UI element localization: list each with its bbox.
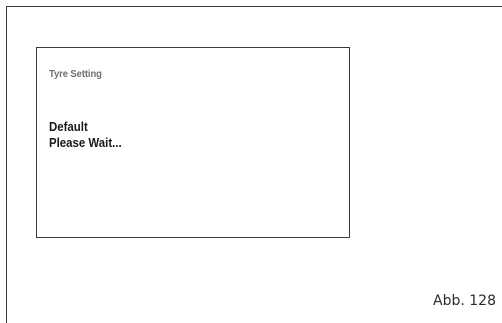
display-screen: Tyre Setting Default Please Wait...	[36, 47, 350, 238]
screen-message-wait: Please Wait...	[49, 135, 122, 150]
figure-caption: Abb. 128	[433, 293, 496, 309]
screen-title: Tyre Setting	[49, 68, 102, 80]
screen-message-default: Default	[49, 119, 88, 134]
